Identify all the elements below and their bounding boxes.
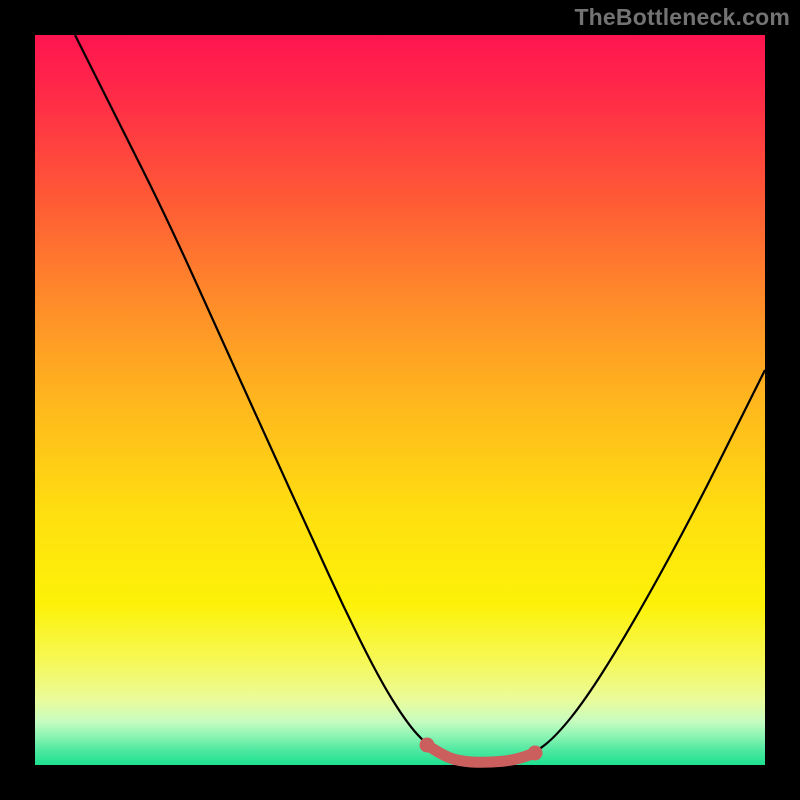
chart-frame: TheBottleneck.com: [0, 0, 800, 800]
optimal-range-highlight: [427, 745, 535, 762]
bottleneck-curve: [75, 35, 765, 762]
plot-area: [35, 35, 765, 765]
chart-svg: [35, 35, 765, 765]
highlight-end-dot: [528, 746, 543, 761]
highlight-start-dot: [420, 738, 435, 753]
watermark-text: TheBottleneck.com: [574, 4, 790, 31]
